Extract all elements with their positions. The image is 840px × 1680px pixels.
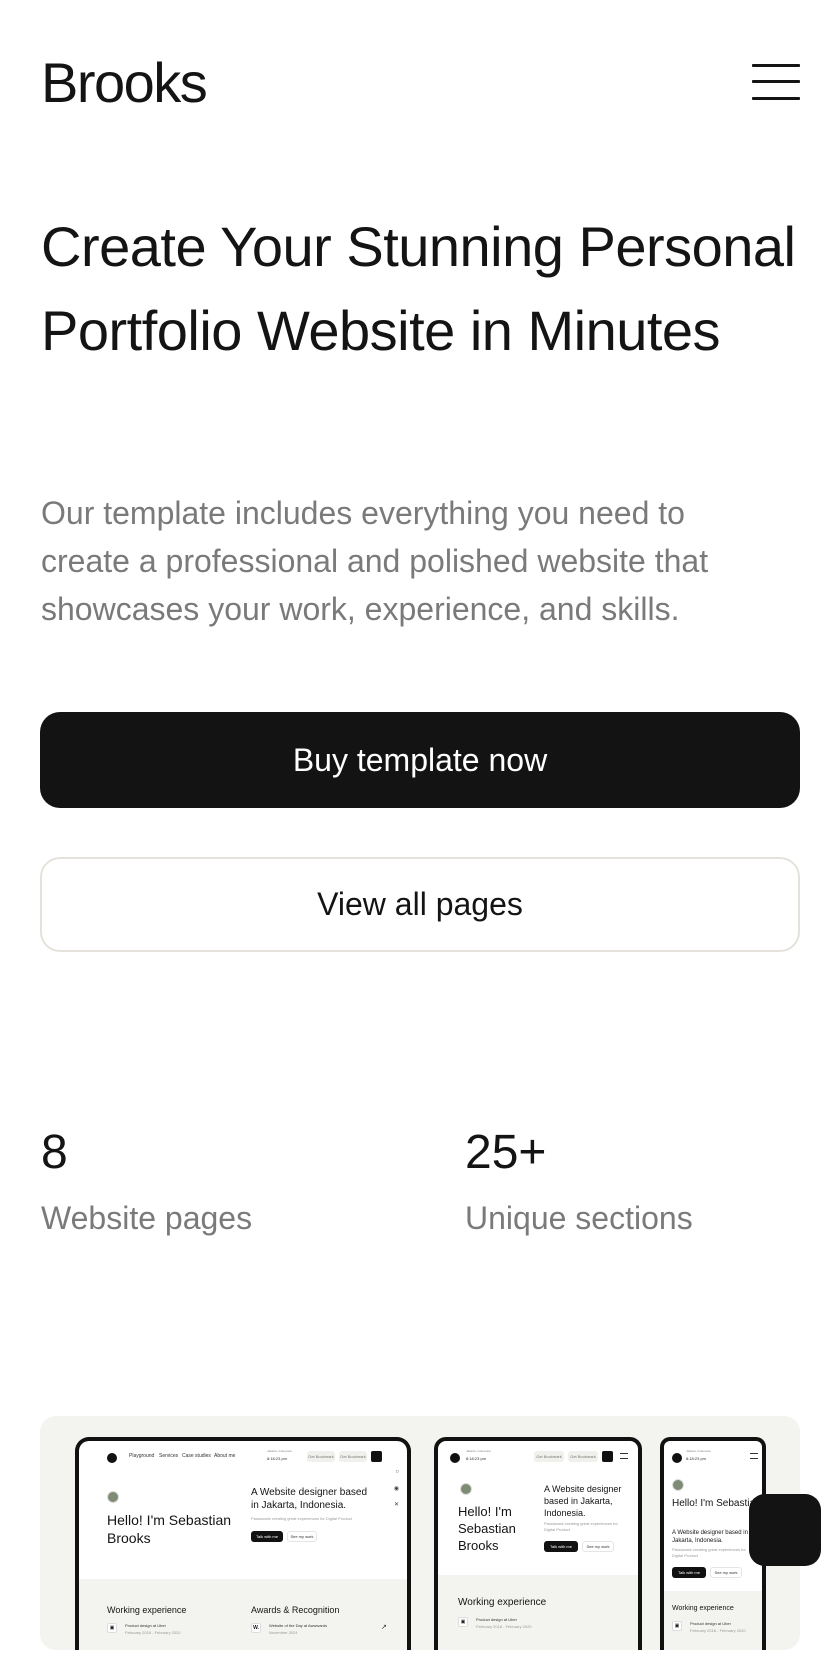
view-all-pages-button[interactable]: View all pages xyxy=(40,857,800,952)
stat-value: 8 xyxy=(41,1126,68,1179)
preview-fine-text: Passionate creating great experiences fo… xyxy=(672,1547,746,1558)
preview-working-title: Working experience xyxy=(458,1597,547,1608)
preview-avatar xyxy=(672,1479,684,1491)
site-header: Brooks xyxy=(41,50,800,120)
preview-avatar xyxy=(460,1483,472,1495)
preview-working-title: Working experience xyxy=(107,1605,187,1615)
preview-logo-icon xyxy=(107,1453,117,1463)
preview-company-icon: ▣ xyxy=(458,1617,468,1627)
preview-experience-section: Working experience ▣ Product design at U… xyxy=(664,1591,762,1650)
menu-line xyxy=(752,97,800,100)
preview-side-icon: ○ xyxy=(395,1469,399,1475)
preview-time-label: Jakarta, Indonesia xyxy=(466,1449,491,1453)
preview-pill: Get Bookmark xyxy=(339,1451,367,1462)
preview-work-button: See my work xyxy=(710,1567,742,1578)
preview-award-icon: W. xyxy=(251,1623,261,1633)
preview-logo-icon xyxy=(450,1453,460,1463)
preview-topbar: Jakarta, Indonesia 8:18:23 pm Get Bookma… xyxy=(438,1441,638,1475)
preview-hamburger-icon xyxy=(750,1453,758,1459)
preview-job: Product design at Uber xyxy=(690,1621,731,1626)
preview-job-dates: February 2018 - February 2020 xyxy=(476,1624,532,1629)
hamburger-menu-icon[interactable] xyxy=(752,62,800,102)
preview-tagline: A Website designer based in Jakarta, Ind… xyxy=(544,1484,622,1518)
preview-job: Product design at Uber xyxy=(476,1617,517,1622)
stat-label: Website pages xyxy=(41,1200,253,1236)
preview-external-link-icon: ↗ xyxy=(381,1624,387,1631)
stat-value: 25+ xyxy=(465,1126,547,1179)
preview-hamburger-icon xyxy=(620,1453,628,1459)
preview-time: 8:18:23 pm xyxy=(686,1456,707,1461)
preview-logo-icon xyxy=(672,1453,682,1463)
preview-awards-title: Awards & Recognition xyxy=(251,1605,340,1615)
preview-talk-button: Talk with me xyxy=(544,1541,578,1552)
preview-work-button: See my work xyxy=(582,1541,614,1552)
menu-line xyxy=(752,80,800,83)
preview-company-icon: ▣ xyxy=(107,1623,117,1633)
preview-hello: Hello! I'm Sebastian Brooks xyxy=(107,1512,232,1546)
preview-talk-button: Talk with me xyxy=(251,1531,283,1542)
preview-fine-text: Passionate creating great experiences fo… xyxy=(544,1521,618,1532)
preview-avatar xyxy=(107,1491,119,1503)
preview-tagline: A Website designer based in Jakarta, Ind… xyxy=(251,1487,368,1511)
stat-sections: 25+ Unique sections xyxy=(465,1120,825,1242)
stat-pages: 8 Website pages xyxy=(41,1120,401,1242)
preview-job: Product design at Uber xyxy=(125,1623,166,1628)
preview-pill: Get Bookmark xyxy=(534,1451,564,1462)
stat-label: Unique sections xyxy=(465,1200,693,1236)
preview-experience-section: Working experience ▣ Product design at U… xyxy=(438,1575,638,1650)
preview-job-dates: February 2018 - February 2020 xyxy=(125,1630,181,1635)
preview-award: Website of the Day at Awwwards xyxy=(269,1623,328,1628)
menu-line xyxy=(752,64,800,67)
tablet-preview: Jakarta, Indonesia 8:18:23 pm Get Bookma… xyxy=(434,1437,642,1650)
preview-topbar: Jakarta, Indonesia 8:18:23 pm xyxy=(664,1441,762,1475)
preview-talk-button: Talk with me xyxy=(672,1567,706,1578)
preview-company-icon: ▣ xyxy=(672,1621,682,1631)
preview-time-label: Jakarta, Indonesia xyxy=(686,1449,711,1453)
preview-nav-item: Playground xyxy=(129,1453,155,1459)
preview-time: 8:18:23 pm xyxy=(267,1456,288,1461)
desktop-preview: Playground Services Case studies About m… xyxy=(75,1437,411,1650)
floating-action-button[interactable] xyxy=(749,1494,821,1566)
buy-template-button[interactable]: Buy template now xyxy=(40,712,800,808)
template-preview-showcase: Playground Services Case studies About m… xyxy=(40,1416,800,1650)
brand-logo[interactable]: Brooks xyxy=(41,50,208,116)
preview-action-icon xyxy=(371,1451,382,1462)
preview-tagline: A Website designer based in Jakarta, Ind… xyxy=(672,1530,748,1544)
preview-pill: Get Bookmark xyxy=(307,1451,335,1462)
preview-job-dates: February 2018 - February 2020 xyxy=(690,1628,746,1633)
preview-fine-text: Passionate creating great experiences fo… xyxy=(251,1516,352,1521)
preview-experience-section: Working experience Awards & Recognition … xyxy=(79,1579,407,1650)
preview-nav-item: About me xyxy=(214,1453,236,1459)
preview-work-button: See my work xyxy=(287,1531,317,1542)
preview-topbar: Playground Services Case studies About m… xyxy=(79,1441,407,1475)
preview-award-date: November 2024 xyxy=(269,1630,298,1635)
preview-side-icon: ✕ xyxy=(393,1502,399,1508)
hero-subtitle: Our template includes everything you nee… xyxy=(41,495,709,627)
preview-time: 8:18:23 pm xyxy=(466,1456,487,1461)
preview-hello: Hello! I'm Sebastian Brooks xyxy=(458,1504,516,1553)
preview-nav-item: Services xyxy=(159,1453,179,1459)
hero-title: Create Your Stunning Personal Portfolio … xyxy=(41,215,796,362)
preview-side-icon: ◉ xyxy=(393,1486,399,1492)
preview-action-icon xyxy=(602,1451,613,1462)
preview-pill: Get Bookmark xyxy=(568,1451,598,1462)
preview-working-title: Working experience xyxy=(672,1605,734,1612)
preview-time-label: Jakarta, Indonesia xyxy=(267,1449,292,1453)
preview-nav-item: Case studies xyxy=(182,1453,211,1459)
